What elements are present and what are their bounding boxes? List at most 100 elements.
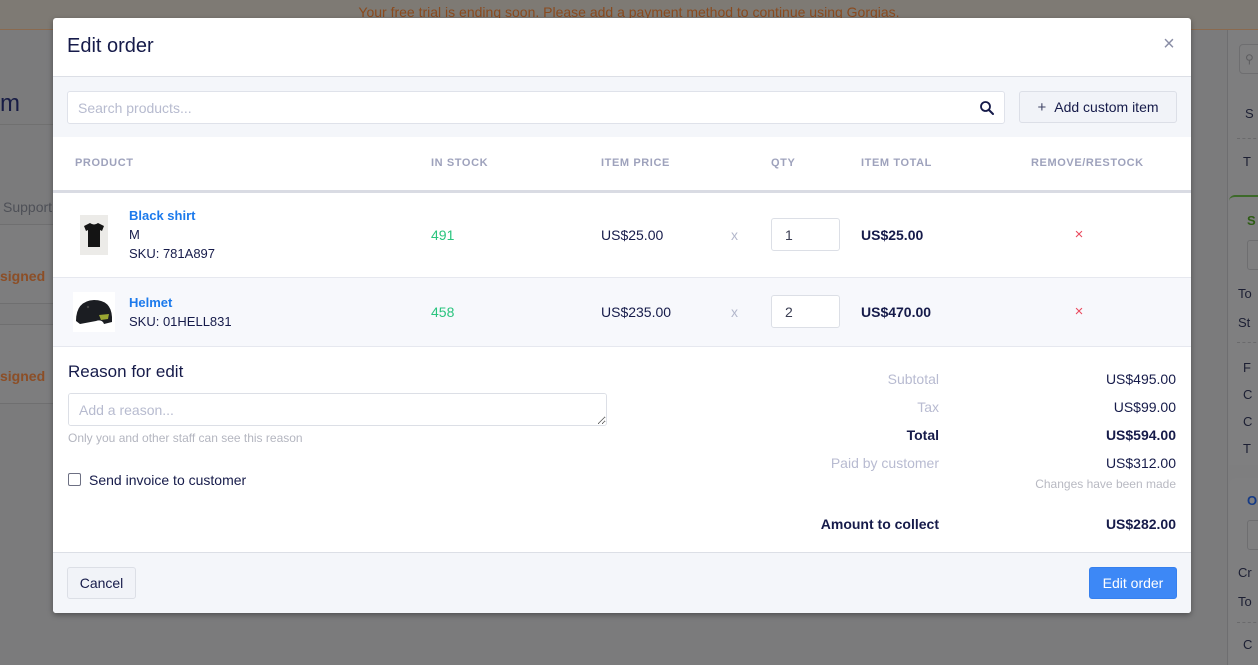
divider [1237,138,1258,139]
amount-to-collect-value: US$282.00 [1105,515,1176,532]
tshirt-icon [84,222,104,247]
order-items-table: PRODUCT IN STOCK ITEM PRICE QTY ITEM TOT… [53,137,1191,347]
background-text: F [1243,360,1251,375]
divider [1237,342,1258,343]
column-header-spacer [731,137,771,193]
changes-note: Changes have been made [1035,476,1176,491]
item-total: US$25.00 [861,226,924,243]
background-ticket-card [0,324,54,404]
tax-label: Tax [917,398,939,415]
product-search-bar: + Add custom item [53,77,1191,137]
background-text: St [1238,315,1251,330]
background-text: C [1243,387,1253,402]
total-value: US$594.00 [1105,426,1176,443]
send-invoice-row: Send invoice to customer [68,472,246,488]
column-header-item-total: ITEM TOTAL [861,137,1011,193]
background-text: C [1243,637,1253,652]
search-products-input[interactable] [68,92,1004,123]
subtotal-label: Subtotal [887,370,939,387]
quantity-input[interactable] [771,218,840,251]
paid-value: US$312.00 [1105,454,1176,471]
product-sku: SKU: 781A897 [129,246,216,261]
shopify-icon: S [1247,213,1256,228]
remove-item-icon[interactable]: × [1031,303,1127,320]
table-row: Helmet SKU: 01HELL831 458 US$235.00 x US… [53,277,1191,347]
modal-footer: Cancel Edit order [53,552,1191,613]
item-price: US$25.00 [601,226,664,243]
product-variant: M [129,227,140,242]
column-header-in-stock: IN STOCK [431,137,601,193]
add-custom-item-button[interactable]: + Add custom item [1019,91,1177,123]
quantity-input[interactable] [771,295,840,328]
background-right-panel: ⚲ S T S To St F C C T O Cr To C [1191,30,1258,665]
background-button [1247,240,1258,270]
black-tshirt-thumbnail [73,214,115,255]
summary-total: Total US$594.00 [753,421,1176,449]
reason-title: Reason for edit [68,361,184,381]
helmet-thumbnail [73,291,115,332]
column-header-remove-restock: REMOVE/RESTOCK [1011,137,1191,193]
product-sku: SKU: 01HELL831 [129,313,232,329]
background-page-title: m [0,90,20,117]
summary-paid: Paid by customer US$312.00 [753,449,1176,477]
background-text: To [1238,594,1252,609]
product-name-link[interactable]: Black shirt [129,206,215,225]
multiply-sign: x [731,303,738,320]
search-icon[interactable] [979,100,995,116]
product-cell: Helmet SKU: 01HELL831 [53,277,431,347]
summary-amount-to-collect: Amount to collect US$282.00 [753,510,1176,538]
background-text: T [1243,441,1251,456]
reason-textarea[interactable] [68,392,607,426]
edit-details-section: Reason for edit Only you and other staff… [53,347,1191,551]
in-stock-value: 458 [431,303,455,320]
modal-title: Edit order [67,35,154,57]
cancel-button[interactable]: Cancel [67,567,136,599]
item-total: US$470.00 [861,303,932,320]
divider [1237,622,1258,623]
send-invoice-label[interactable]: Send invoice to customer [89,472,246,488]
tax-value: US$99.00 [1113,398,1176,415]
background-ticket-card [0,224,54,304]
summary-subtotal: Subtotal US$495.00 [753,365,1176,393]
table-row: Black shirt M SKU: 781A897 491 US$25.00 … [53,191,1191,278]
remove-item-icon[interactable]: × [1031,226,1127,243]
column-header-qty: QTY [771,137,861,193]
divider [0,124,54,125]
background-text: Cr [1238,565,1252,580]
background-search-icon: ⚲ [1239,44,1258,74]
subtotal-value: US$495.00 [1105,370,1176,387]
total-label: Total [906,426,939,443]
item-price: US$235.00 [601,303,672,320]
search-field [67,91,1005,124]
order-summary: Subtotal US$495.00 Tax US$99.00 Total US… [753,365,1176,538]
background-text: S [1245,106,1254,121]
add-custom-item-label: Add custom item [1054,99,1159,115]
background-assigned-label: signed [0,268,46,284]
background-support-label: Support [3,199,53,215]
multiply-sign: x [731,226,738,243]
modal-header: Edit order × [53,18,1191,77]
plus-icon: + [1037,98,1047,116]
helmet-icon [76,299,112,324]
background-assigned-label: signed [0,368,46,384]
paid-label: Paid by customer [830,454,939,471]
background-text: O [1247,493,1258,508]
send-invoice-checkbox[interactable] [68,473,81,486]
background-text: C [1243,414,1253,429]
product-cell: Black shirt M SKU: 781A897 [53,191,431,278]
background-text: To [1238,286,1252,301]
background-text: T [1243,154,1251,169]
product-name-link[interactable]: Helmet [129,293,232,312]
background-left-panel: m Support signed signed [0,30,54,665]
amount-to-collect-label: Amount to collect [820,515,939,532]
background-button [1247,520,1258,550]
close-icon[interactable]: × [1159,34,1179,54]
column-header-product: PRODUCT [53,137,431,193]
reason-help-text: Only you and other staff can see this re… [68,430,303,445]
table-header-row: PRODUCT IN STOCK ITEM PRICE QTY ITEM TOT… [53,137,1191,193]
in-stock-value: 491 [431,226,455,243]
summary-tax: Tax US$99.00 [753,393,1176,421]
column-header-item-price: ITEM PRICE [601,137,731,193]
edit-order-button[interactable]: Edit order [1089,567,1177,599]
